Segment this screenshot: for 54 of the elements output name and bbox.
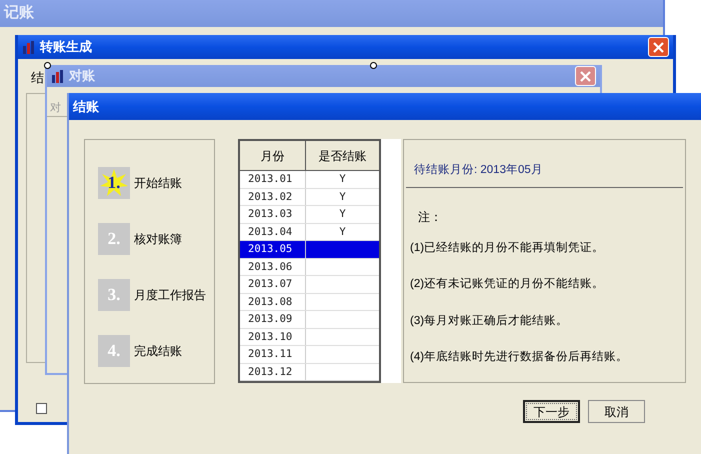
notes-heading: 注：: [418, 209, 443, 226]
current-step-icon: 1.: [98, 167, 130, 199]
note-text: (4)年底结账时先进行数据备份后再结账。: [410, 349, 630, 365]
chart-icon: [22, 40, 36, 54]
table-row[interactable]: 2013.10: [240, 328, 379, 346]
table-cell: 2013.04: [240, 224, 306, 240]
column-header[interactable]: 是否结账: [306, 141, 379, 170]
table-cell: 2013.12: [240, 364, 306, 380]
window-title: 转账生成: [40, 38, 92, 56]
table-cell: 2013.01: [240, 171, 306, 188]
table-row[interactable]: 2013.07: [240, 276, 379, 294]
table-row[interactable]: 2013.03 Y: [240, 206, 379, 224]
table-row[interactable]: 2013.06: [240, 258, 379, 276]
note-text: (1)已经结账的月份不能再填制凭证。: [410, 240, 606, 256]
table-row[interactable]: 2013.09: [240, 311, 379, 328]
table-cell: 2013.09: [240, 311, 306, 328]
chart-icon: [51, 69, 65, 83]
table-row[interactable]: 2013.08: [240, 294, 379, 311]
close-icon: [653, 42, 664, 52]
table-cell: 2013.02: [240, 188, 306, 205]
close-button[interactable]: [648, 37, 669, 57]
pending-month-label: 待结账月份: 2013年05月: [413, 164, 543, 176]
table-cell-text: Y: [338, 207, 347, 222]
table-row[interactable]: 2013.01 Y: [240, 171, 379, 188]
table-cell-text: Y: [338, 172, 347, 187]
table-row[interactable]: 2013.11: [240, 346, 379, 364]
cancel-button[interactable]: 取消: [588, 400, 645, 423]
checkbox[interactable]: [36, 403, 47, 414]
table-cell: 2013.07: [240, 276, 306, 292]
table-row[interactable]: 2013.12: [240, 364, 379, 381]
note-text: (3)每月对账正确后才能结账。: [410, 314, 570, 328]
close-icon: [580, 70, 591, 82]
close-button[interactable]: [575, 66, 596, 86]
table-cell: 2013.05: [240, 241, 306, 258]
next-button[interactable]: 下一步: [523, 400, 580, 423]
step-label: 完成结账: [134, 343, 182, 360]
window-title: 对账: [69, 67, 95, 86]
window-title: 记账: [4, 3, 34, 24]
table-cell: 2013.10: [240, 328, 306, 345]
table-row[interactable]: 2013.02 Y: [240, 188, 379, 206]
table-cell-text: Y: [338, 190, 347, 204]
table-cell: 2013.03: [240, 206, 306, 222]
table-cell: 2013.08: [240, 294, 306, 310]
table-cell: 2013.11: [240, 346, 306, 362]
column-header[interactable]: 月份: [240, 141, 306, 170]
window-title: 结账: [73, 98, 99, 116]
note-text: (2)还有未记账凭证的月份不能结账。: [410, 276, 606, 292]
step-label: 核对账簿: [134, 231, 182, 248]
table-cell-text: Y: [338, 224, 347, 240]
step-label: 开始结账: [134, 175, 182, 192]
table-row[interactable]: 2013.05: [240, 241, 379, 258]
step-label: 月度工作报告: [134, 287, 206, 304]
table-cell: 2013.06: [240, 258, 306, 275]
field-label: 结: [31, 69, 44, 87]
